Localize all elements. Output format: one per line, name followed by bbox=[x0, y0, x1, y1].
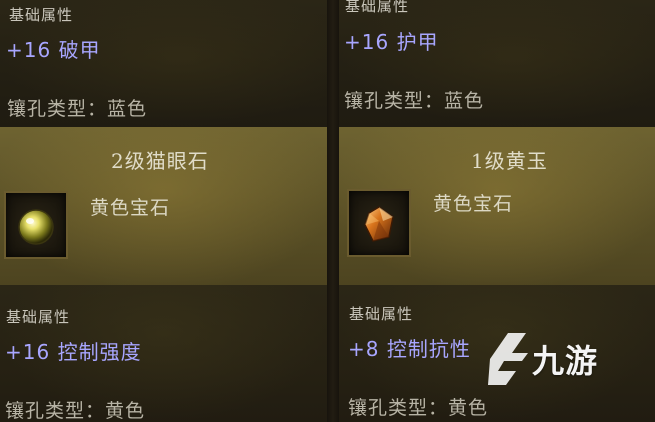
left-bottom-socket-type: 镶孔类型：黄色 bbox=[5, 400, 146, 422]
left-top-attributes-panel: 基础属性 +16 破甲 镶孔类型：蓝色 bbox=[0, 0, 327, 127]
left-gem-slot[interactable] bbox=[4, 191, 68, 259]
left-gem-type: 黄色宝石 bbox=[90, 197, 171, 219]
right-top-attributes-panel: 基础属性 +16 护甲 镶孔类型：蓝色 bbox=[339, 0, 655, 127]
right-gem-slot[interactable] bbox=[347, 189, 411, 257]
topaz-gem-icon bbox=[364, 206, 394, 242]
gem-comparison-screen: 基础属性 +16 破甲 镶孔类型：蓝色 2级猫眼石 黄色宝石 基础属性 +16 … bbox=[0, 0, 655, 422]
right-gem-title: 1级黄玉 bbox=[471, 149, 548, 173]
right-bottom-socket-type: 镶孔类型：黄色 bbox=[348, 397, 489, 419]
watermark-text: 九游 bbox=[532, 342, 599, 380]
left-gem-title: 2级猫眼石 bbox=[111, 149, 209, 173]
right-top-socket-type: 镶孔类型：蓝色 bbox=[344, 90, 485, 112]
left-gem-header-panel: 2级猫眼石 黄色宝石 bbox=[0, 127, 327, 285]
cat-eye-gem-icon bbox=[18, 209, 54, 245]
left-bottom-stat: +16 控制强度 bbox=[5, 340, 142, 364]
left-bottom-base-attribute-label: 基础属性 bbox=[6, 308, 71, 326]
right-gem-type: 黄色宝石 bbox=[433, 193, 514, 215]
right-gem-header-panel: 1级黄玉 黄色宝石 bbox=[339, 127, 655, 285]
right-bottom-stat: +8 控制抗性 bbox=[348, 337, 471, 361]
column-divider bbox=[327, 0, 339, 422]
right-top-stat: +16 护甲 bbox=[344, 30, 439, 54]
right-bottom-base-attribute-label: 基础属性 bbox=[349, 305, 414, 323]
left-top-stat: +16 破甲 bbox=[6, 38, 101, 62]
left-bottom-attributes-panel: 基础属性 +16 控制强度 镶孔类型：黄色 bbox=[0, 285, 327, 422]
left-top-socket-type: 镶孔类型：蓝色 bbox=[7, 98, 148, 120]
left-top-base-attribute-label: 基础属性 bbox=[9, 6, 74, 24]
right-top-base-attribute-label: 基础属性 bbox=[345, 0, 410, 15]
